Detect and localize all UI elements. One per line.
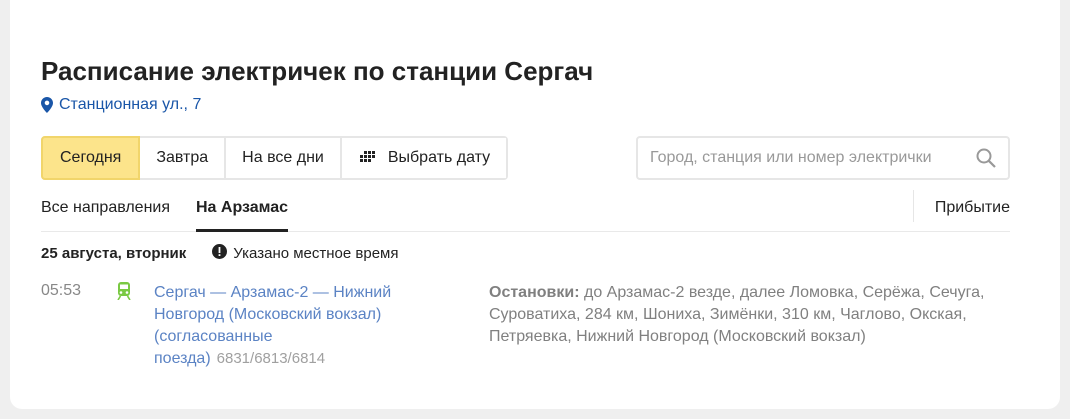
- local-time-note: Указано местное время: [212, 244, 398, 263]
- tab-today[interactable]: Сегодня: [41, 136, 141, 180]
- tab-all-directions[interactable]: Все направления: [41, 199, 170, 217]
- search-box[interactable]: [636, 136, 1010, 180]
- direction-tabs: Все направления На Арзамас Прибытие: [41, 190, 1010, 232]
- page-title: Расписание электричек по станции Сергач: [41, 56, 594, 86]
- schedule-date: 25 августа, вторник: [41, 245, 187, 262]
- address-text: Станционная ул., 7: [59, 96, 202, 113]
- tab-tomorrow[interactable]: Завтра: [140, 138, 227, 178]
- calendar-icon: [358, 151, 376, 165]
- local-time-text: Указано местное время: [233, 245, 399, 262]
- tab-all-days[interactable]: На все дни: [226, 138, 342, 178]
- tab-to-arzamas[interactable]: На Арзамас: [196, 199, 289, 232]
- search-icon[interactable]: [976, 148, 996, 168]
- search-input[interactable]: [650, 149, 976, 167]
- train-number: 6831/6813/6814: [216, 350, 326, 367]
- choose-date-label: Выбрать дату: [387, 149, 491, 166]
- suburban-train-icon: [117, 282, 131, 305]
- train-stops: Остановки: до Арзамас-2 везде, далее Лом…: [489, 282, 1010, 348]
- stops-label: Остановки:: [489, 284, 580, 301]
- info-icon: [212, 244, 228, 263]
- train-route: Сергач — Арзамас-2 — Нижний Новгород (Мо…: [154, 282, 404, 370]
- tab-divider: [913, 190, 914, 222]
- station-address[interactable]: Станционная ул., 7: [41, 96, 201, 114]
- date-tabs: Сегодня Завтра На все дни Выбрать дату: [41, 136, 509, 180]
- tab-choose-date[interactable]: Выбрать дату: [341, 138, 507, 178]
- departure-time: 05:53: [41, 282, 82, 299]
- arrival-toggle[interactable]: Прибытие: [935, 199, 1010, 217]
- location-pin-icon: [41, 97, 53, 113]
- schedule-date-line: 25 августа, вторник Указано местное врем…: [41, 244, 398, 263]
